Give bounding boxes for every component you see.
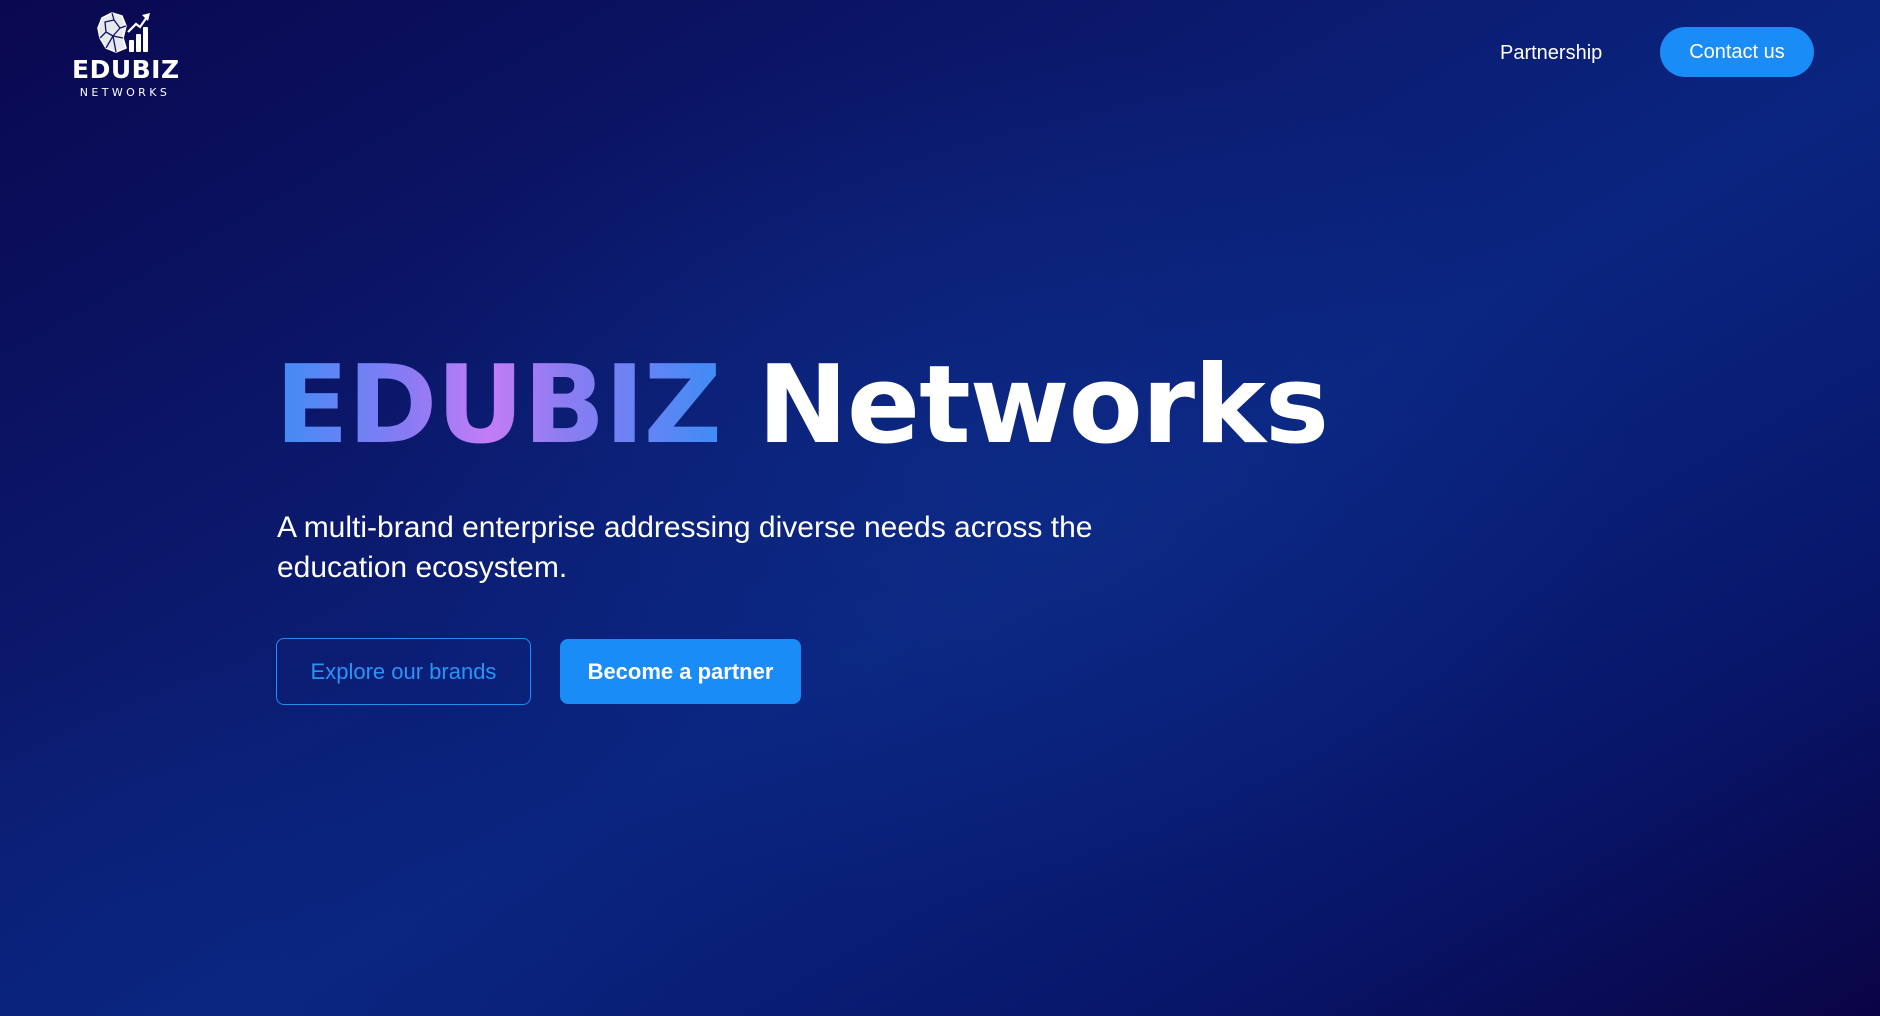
nav-link-partnership[interactable]: Partnership	[1500, 38, 1602, 68]
site-logo[interactable]: EDUBIZ NETWORKS	[72, 10, 180, 99]
hero-title-rest: Networks	[757, 343, 1330, 468]
logo-title: EDUBIZ	[72, 55, 180, 84]
explore-brands-button[interactable]: Explore our brands	[276, 638, 531, 705]
become-partner-button[interactable]: Become a partner	[560, 639, 801, 704]
logo-subtitle: NETWORKS	[79, 86, 171, 99]
contact-us-button[interactable]: Contact us	[1660, 27, 1814, 77]
brain-chart-icon	[97, 12, 150, 53]
site-header: EDUBIZ NETWORKS Partnership Contact us	[0, 0, 1880, 110]
hero-title-brand: EDUBIZ	[275, 343, 722, 468]
hero-title: EDUBIZ Networks	[275, 336, 1330, 476]
hero-subtitle: A multi-brand enterprise addressing dive…	[277, 511, 1093, 584]
